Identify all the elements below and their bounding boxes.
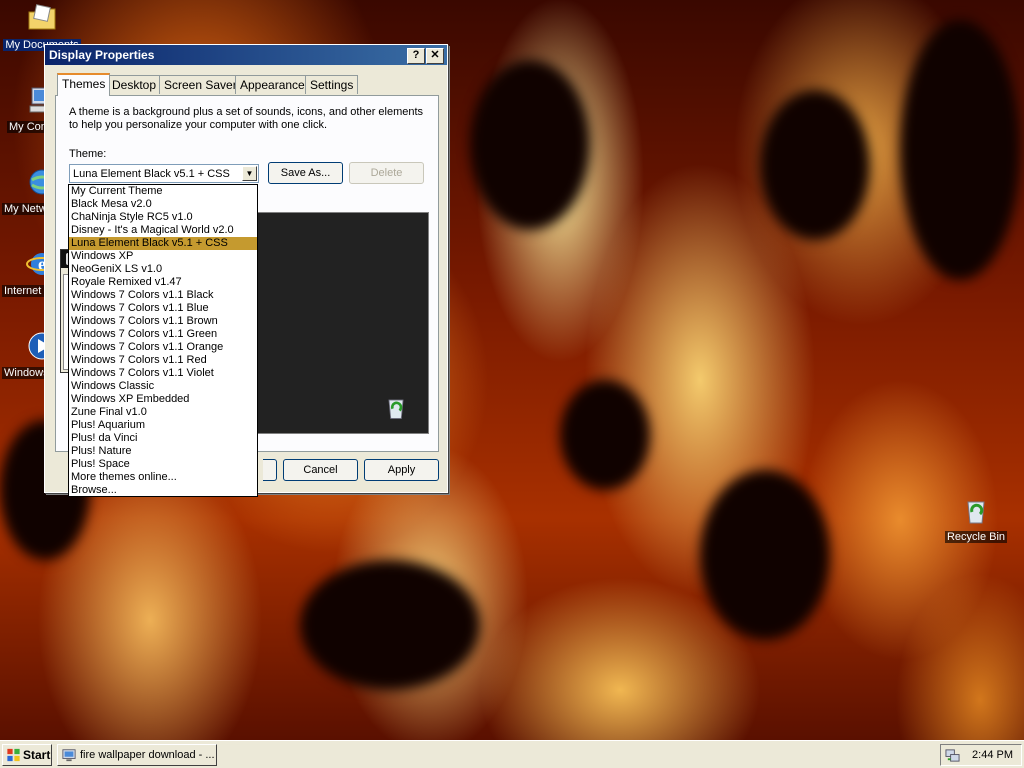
windows-logo-icon	[7, 748, 20, 762]
theme-select[interactable]: Luna Element Black v5.1 + CSS ▼	[69, 164, 259, 183]
dialog-titlebar[interactable]: Display Properties ? ✕	[45, 45, 447, 65]
folder-documents-icon	[28, 4, 56, 30]
tab-screen-saver[interactable]: Screen Saver	[159, 75, 242, 94]
theme-option[interactable]: Windows 7 Colors v1.1 Brown	[69, 315, 257, 328]
theme-option[interactable]: Windows 7 Colors v1.1 Violet	[69, 367, 257, 380]
close-button[interactable]: ✕	[426, 48, 444, 64]
tab-desktop[interactable]: Desktop	[107, 75, 162, 94]
theme-option[interactable]: Luna Element Black v5.1 + CSS	[69, 237, 257, 250]
start-button[interactable]: Start	[2, 744, 52, 766]
taskbar-item-label: fire wallpaper download - ...	[80, 749, 215, 761]
theme-option[interactable]: Disney - It's a Magical World v2.0	[69, 224, 257, 237]
help-button[interactable]: ?	[407, 48, 425, 64]
clock[interactable]: 2:44 PM	[972, 745, 1013, 765]
taskbar-item-display-properties[interactable]: fire wallpaper download - ...	[57, 744, 217, 766]
theme-option[interactable]: Browse...	[69, 484, 257, 496]
theme-option[interactable]: Windows 7 Colors v1.1 Blue	[69, 302, 257, 315]
theme-option[interactable]: Windows XP Embedded	[69, 393, 257, 406]
preview-recycle-bin-icon	[388, 399, 404, 419]
theme-option[interactable]: ChaNinja Style RC5 v1.0	[69, 211, 257, 224]
theme-option[interactable]: My Current Theme	[69, 185, 257, 198]
cancel-button[interactable]: Cancel	[283, 459, 358, 481]
theme-option[interactable]: More themes online...	[69, 471, 257, 484]
tab-settings[interactable]: Settings	[305, 75, 359, 94]
network-tray-icon[interactable]	[945, 748, 960, 763]
delete-button[interactable]: Delete	[349, 162, 424, 184]
taskbar: Start fire wallpaper download - ... 2:44…	[0, 740, 1024, 768]
theme-option[interactable]: Zune Final v1.0	[69, 406, 257, 419]
system-tray: 2:44 PM	[940, 744, 1022, 766]
chevron-down-icon[interactable]: ▼	[242, 166, 257, 181]
theme-option[interactable]: Windows XP	[69, 250, 257, 263]
ok-button[interactable]	[263, 459, 277, 481]
save-as-button[interactable]: Save As...	[268, 162, 343, 184]
themes-description: A theme is a background plus a set of so…	[69, 106, 424, 131]
theme-option[interactable]: Windows 7 Colors v1.1 Black	[69, 289, 257, 302]
tab-themes[interactable]: Themes	[57, 73, 111, 96]
display-properties-icon	[62, 749, 76, 762]
theme-dropdown-list: My Current Theme Black Mesa v2.0 ChaNinja …	[68, 184, 258, 497]
start-label: Start	[23, 748, 51, 762]
theme-option[interactable]: Windows 7 Colors v1.1 Green	[69, 328, 257, 341]
theme-option[interactable]: Plus! da Vinci	[69, 432, 257, 445]
tab-appearance[interactable]: Appearance	[235, 75, 310, 94]
theme-option[interactable]: Plus! Nature	[69, 445, 257, 458]
theme-option[interactable]: Windows 7 Colors v1.1 Orange	[69, 341, 257, 354]
theme-option[interactable]: Windows Classic	[69, 380, 257, 393]
theme-option[interactable]: Royale Remixed v1.47	[69, 276, 257, 289]
theme-option[interactable]: NeoGeniX LS v1.0	[69, 263, 257, 276]
theme-label: Theme:	[69, 148, 107, 160]
theme-option[interactable]: Plus! Space	[69, 458, 257, 471]
desktop-icon-recycle-bin[interactable]: Recycle Bin	[936, 494, 1016, 543]
dialog-title: Display Properties	[49, 48, 155, 62]
theme-option[interactable]: Plus! Aquarium	[69, 419, 257, 432]
theme-option[interactable]: Windows 7 Colors v1.1 Red	[69, 354, 257, 367]
theme-select-value: Luna Element Black v5.1 + CSS	[73, 168, 230, 180]
apply-button[interactable]: Apply	[364, 459, 439, 481]
recycle-bin-icon	[967, 501, 985, 524]
theme-option[interactable]: Black Mesa v2.0	[69, 198, 257, 211]
